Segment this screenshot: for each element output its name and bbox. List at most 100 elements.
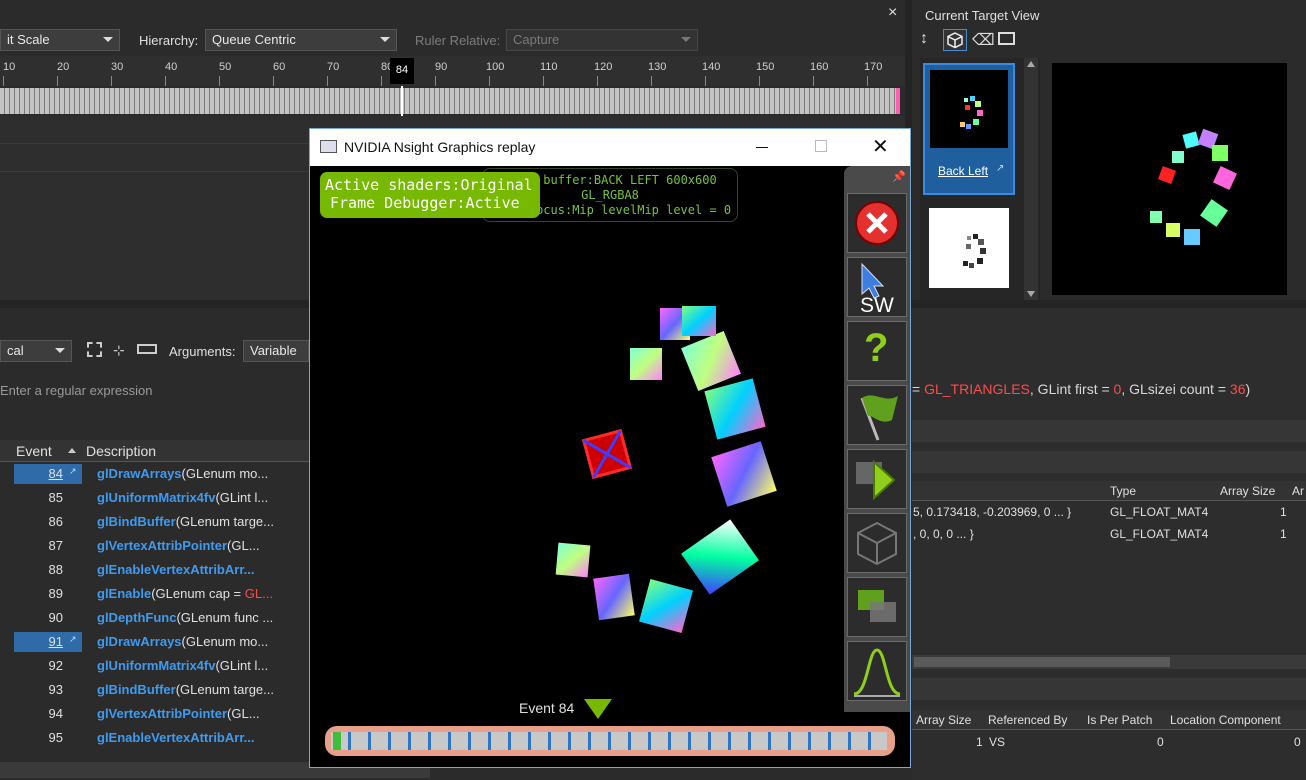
help-button[interactable]: ? [847, 321, 907, 381]
api-function-link[interactable]: glBindBuffer [97, 682, 176, 697]
description-column-header[interactable]: Description [86, 443, 156, 459]
ruler-relative-dropdown[interactable]: Capture [506, 29, 698, 51]
uniforms-hscrollbar[interactable] [912, 655, 1306, 669]
ruler-tick-mark [489, 76, 490, 86]
event-number[interactable]: 93 [14, 680, 82, 700]
maximize-icon[interactable] [815, 140, 827, 152]
scroll-thumb[interactable] [914, 657, 1170, 667]
play-button[interactable] [847, 449, 907, 509]
api-function-link[interactable]: glEnableVertexAttribArr... [97, 730, 255, 745]
thumbnail-back-left[interactable]: Back Left ↗ [923, 63, 1015, 195]
panel-splitter[interactable] [912, 300, 1306, 308]
attr-array-size-header[interactable]: Array Size [916, 713, 971, 727]
event-row[interactable]: 94 glVertexAttribPointer(GL... [0, 702, 305, 726]
thumbnail-label[interactable]: Back Left [938, 164, 988, 178]
external-link-icon[interactable]: ↗ [69, 634, 77, 645]
collapse-icon[interactable]: ⊹ [113, 342, 128, 358]
api-function-link[interactable]: glDepthFunc [97, 610, 176, 625]
columns-icon[interactable] [137, 344, 157, 354]
ruler-tick-mark [543, 76, 544, 86]
event-row[interactable]: 91 ↗ glDrawArrays(GLenum mo... [0, 630, 305, 654]
event-row[interactable]: 92 glUniformMatrix4fv(GLint l... [0, 654, 305, 678]
event-row[interactable]: 84 ↗ glDrawArrays(GLenum mo... [0, 462, 305, 486]
pin-icon[interactable]: 📌 [892, 170, 906, 183]
stop-button[interactable] [847, 193, 907, 253]
overlay-button[interactable] [847, 577, 907, 637]
eraser-icon[interactable]: ⌫ [972, 30, 995, 50]
scroll-down-icon[interactable] [1027, 291, 1035, 297]
thumbnail-scrollbar[interactable] [1024, 58, 1038, 300]
software-cursor-button[interactable]: SW [847, 257, 907, 317]
attr-location-component-header[interactable]: Location Component [1170, 713, 1281, 727]
cube-view-icon[interactable] [943, 29, 967, 51]
event-column-header[interactable]: Event [16, 443, 52, 459]
wireframe-button[interactable] [847, 513, 907, 573]
api-function-link[interactable]: glDrawArrays [97, 634, 182, 649]
replay-window[interactable]: NVIDIA Nsight Graphics replay ✕ buffer:B… [309, 128, 911, 768]
event-description: glEnableVertexAttribArr... [97, 562, 277, 577]
uniform-size: 1 [1280, 505, 1287, 519]
minimize-icon[interactable] [756, 147, 768, 148]
flag-button[interactable] [847, 385, 907, 445]
attr-referenced-by: VS [989, 735, 1006, 749]
event-row[interactable]: 95 glEnableVertexAttribArr... [0, 726, 305, 750]
scroll-up-icon[interactable] [1027, 61, 1035, 67]
regex-search-input[interactable]: Enter a regular expression [0, 378, 309, 402]
external-link-icon[interactable]: ↗ [996, 163, 1004, 174]
scale-dropdown[interactable]: it Scale [0, 29, 120, 51]
api-function-link[interactable]: glUniformMatrix4fv [97, 658, 215, 673]
image-icon[interactable] [998, 32, 1015, 45]
cube [682, 306, 716, 336]
api-function-link[interactable]: glVertexAttribPointer [97, 706, 227, 721]
type-column-header[interactable]: Type [1110, 484, 1136, 498]
event-number[interactable]: 88 [14, 560, 82, 580]
event-row[interactable]: 88 glEnableVertexAttribArr... [0, 558, 305, 582]
render-target-preview[interactable] [1052, 63, 1287, 295]
close-panel-button[interactable]: × [888, 4, 897, 22]
event-row[interactable]: 86 glBindBuffer(GLenum targe... [0, 510, 305, 534]
event-number[interactable]: 92 [14, 656, 82, 676]
replay-timeline-track[interactable] [331, 732, 887, 750]
event-number[interactable]: 87 [14, 536, 82, 556]
external-link-icon[interactable]: ↗ [69, 466, 77, 477]
event-number[interactable]: 94 [14, 704, 82, 724]
api-function-link[interactable]: glEnable [97, 586, 151, 601]
vertical-arrows-icon[interactable]: ↕ [920, 30, 928, 48]
event-number[interactable]: 89 [14, 584, 82, 604]
histogram-button[interactable] [847, 641, 907, 701]
api-function-link[interactable]: glVertexAttribPointer [97, 538, 227, 553]
array-size-column-header[interactable]: Array Size [1220, 484, 1275, 498]
attr-is-per-patch: 0 [1157, 735, 1164, 749]
ar-column-header[interactable]: Ar [1292, 484, 1304, 498]
hierarchy-dropdown-value: Queue Centric [212, 32, 296, 47]
ruler-tick-mark [273, 76, 274, 86]
api-function-link[interactable]: glBindBuffer [97, 514, 176, 529]
thumbnail-depth[interactable] [929, 208, 1009, 288]
event-row[interactable]: 93 glBindBuffer(GLenum targe... [0, 678, 305, 702]
expand-icon[interactable] [87, 342, 102, 357]
event-number[interactable]: 86 [14, 512, 82, 532]
api-function-link[interactable]: glUniformMatrix4fv [97, 490, 215, 505]
arguments-dropdown[interactable]: Variable + [243, 340, 309, 362]
event-row[interactable]: 89 glEnable(GLenum cap = GL... [0, 582, 305, 606]
replay-timeline[interactable] [325, 726, 895, 756]
event-row[interactable]: 85 glUniformMatrix4fv(GLint l... [0, 486, 305, 510]
ruler-tick-mark [813, 76, 814, 86]
event-row[interactable]: 90 glDepthFunc(GLenum func ... [0, 606, 305, 630]
event-number[interactable]: 90 [14, 608, 82, 628]
api-function-link[interactable]: glDrawArrays [97, 466, 182, 481]
attr-referenced-by-header[interactable]: Referenced By [988, 713, 1067, 727]
hierarchy-dropdown[interactable]: Queue Centric [205, 29, 397, 51]
event-number[interactable]: 95 [14, 728, 82, 748]
ruler-tick-label: 120 [594, 61, 613, 73]
close-icon[interactable]: ✕ [872, 134, 889, 159]
event-number[interactable]: 85 [14, 488, 82, 508]
attr-is-per-patch-header[interactable]: Is Per Patch [1087, 713, 1152, 727]
replay-viewport[interactable]: buffer:BACK LEFT 600x600 GL_RGBA8 Focus:… [310, 166, 895, 767]
filter-dropdown[interactable]: cal [0, 340, 72, 362]
event-timeline-bar[interactable] [0, 88, 900, 114]
ruler-relative-value: Capture [513, 32, 560, 47]
event-row[interactable]: 87 glVertexAttribPointer(GL... [0, 534, 305, 558]
api-function-link[interactable]: glEnableVertexAttribArr... [97, 562, 255, 577]
replay-titlebar[interactable]: NVIDIA Nsight Graphics replay ✕ [310, 129, 910, 166]
